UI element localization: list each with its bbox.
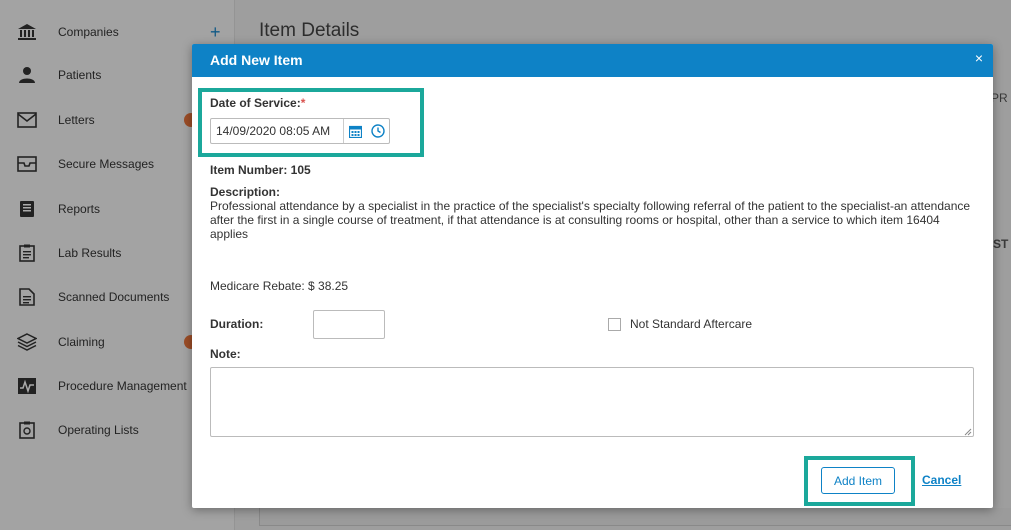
note-label: Note: (210, 347, 241, 361)
date-of-service-label: Date of Service:* (210, 96, 305, 110)
date-of-service-field (210, 118, 390, 144)
duration-input[interactable] (313, 310, 385, 339)
close-icon[interactable]: × (975, 51, 983, 65)
dialog-title: Add New Item (210, 52, 303, 68)
description-label: Description: (210, 185, 281, 199)
date-of-service-label-text: Date of Service: (210, 96, 301, 110)
resize-grip-icon[interactable] (962, 425, 972, 436)
calendar-icon[interactable] (343, 119, 366, 143)
not-standard-aftercare-label[interactable]: Not Standard Aftercare (630, 317, 752, 331)
cancel-link[interactable]: Cancel (922, 473, 961, 487)
note-textarea[interactable] (210, 367, 974, 437)
description-text: Professional attendance by a specialist … (210, 199, 971, 241)
add-item-button[interactable]: Add Item (821, 467, 895, 494)
date-of-service-input[interactable] (211, 119, 343, 143)
item-number: Item Number: 105 (210, 163, 311, 177)
duration-label: Duration: (210, 317, 264, 331)
clock-icon[interactable] (366, 119, 389, 143)
dialog-header: Add New Item × (192, 44, 993, 77)
not-standard-aftercare-checkbox[interactable] (608, 318, 621, 331)
add-item-dialog: Add New Item × Date of Service:* Item Nu… (192, 44, 993, 508)
medicare-rebate: Medicare Rebate: $ 38.25 (210, 279, 349, 293)
required-marker: * (300, 96, 306, 110)
